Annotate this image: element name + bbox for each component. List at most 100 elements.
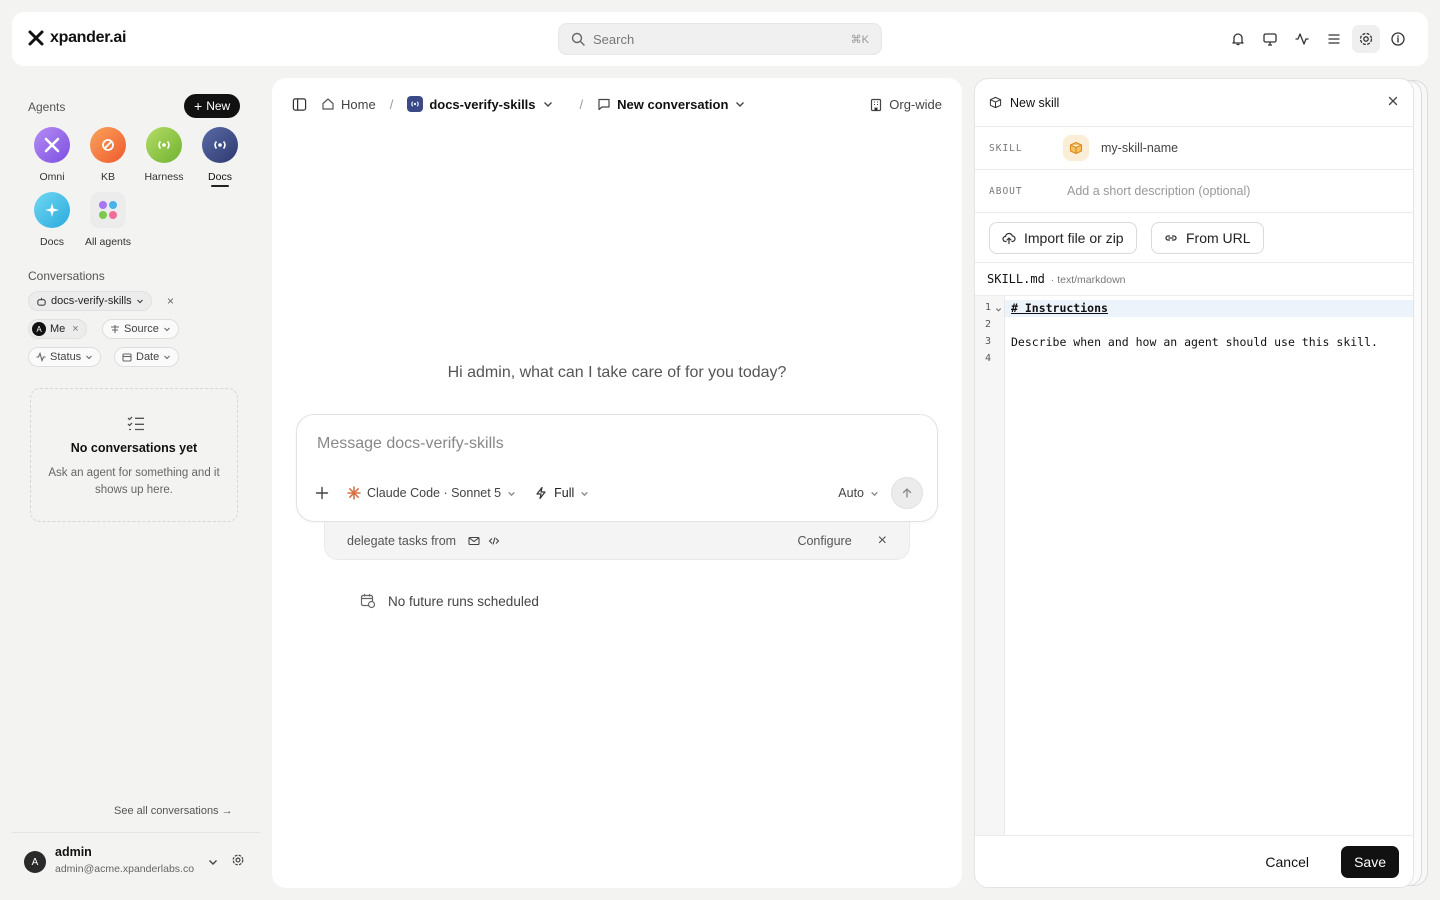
info-icon <box>1391 32 1405 46</box>
broadcast-icon <box>407 96 424 112</box>
activity-button[interactable] <box>1288 25 1316 53</box>
agent-all-agents[interactable]: All agents <box>80 192 136 248</box>
agent-omni[interactable]: Omni <box>24 127 80 183</box>
plus-icon: + <box>194 98 203 114</box>
agent-docs[interactable]: Docs <box>24 192 80 248</box>
skill-name-input[interactable]: my-skill-name <box>1101 141 1178 155</box>
agent-label: Docs <box>40 236 64 248</box>
save-button[interactable]: Save <box>1341 846 1399 878</box>
cancel-button[interactable]: Cancel <box>1265 854 1309 870</box>
breadcrumb-agent[interactable]: docs-verify-skills <box>407 96 553 112</box>
configure-button[interactable]: Configure <box>797 534 851 548</box>
breadcrumb-separator: / <box>389 96 394 112</box>
broadcast-icon <box>146 127 182 163</box>
activity-icon <box>1295 33 1309 45</box>
new-agent-button[interactable]: + New <box>184 94 241 118</box>
code-line: Describe when and how an agent should us… <box>1011 335 1378 349</box>
close-icon[interactable]: × <box>878 532 887 550</box>
package-icon[interactable] <box>1063 135 1089 161</box>
active-indicator <box>211 185 229 187</box>
chevron-down-icon[interactable] <box>207 856 219 868</box>
breadcrumb-conversation-label: New conversation <box>617 96 729 112</box>
import-file-button[interactable]: Import file or zip <box>989 222 1137 254</box>
new-agent-label: New <box>206 99 231 113</box>
auto-selector[interactable]: Auto <box>838 486 879 500</box>
skill-panel-footer: Cancel Save <box>975 835 1413 887</box>
empty-title: No conversations yet <box>70 441 198 455</box>
conversations-heading: Conversations <box>28 269 105 283</box>
brand-logo[interactable]: xpander.ai <box>28 29 126 47</box>
info-button[interactable] <box>1384 25 1412 53</box>
skill-panel-header: New skill <box>975 79 1413 127</box>
agent-harness[interactable]: Harness <box>136 127 192 183</box>
agent-filter-chip[interactable]: docs-verify-skills <box>28 291 152 311</box>
source-filter-chip[interactable]: Source <box>102 319 179 339</box>
me-filter-chip[interactable]: A Me × <box>28 319 87 339</box>
scope-label: Org-wide <box>889 97 942 112</box>
search-shortcut: ⌘K <box>850 33 869 46</box>
notifications-button[interactable] <box>1224 25 1252 53</box>
model-selector[interactable]: Claude Code · Sonnet 5 <box>347 486 516 500</box>
model-label: Claude Code · Sonnet 5 <box>367 486 502 500</box>
breadcrumb-separator: / <box>579 96 584 112</box>
close-icon[interactable] <box>1387 95 1399 107</box>
skill-about-row: ABOUT Add a short description (optional) <box>975 170 1413 213</box>
menu-icon <box>1328 34 1340 44</box>
agent-docs-active[interactable]: Docs <box>192 127 248 187</box>
from-url-button[interactable]: From URL <box>1151 222 1264 254</box>
display-button[interactable] <box>1256 25 1284 53</box>
chevron-down-icon <box>136 299 143 304</box>
settings-button[interactable] <box>1352 25 1380 53</box>
activity-icon <box>36 352 46 362</box>
omni-icon <box>34 127 70 163</box>
breadcrumb-home-label: Home <box>341 96 376 112</box>
status-filter-label: Status <box>50 351 82 363</box>
me-filter-label: Me <box>50 323 66 335</box>
message-input[interactable]: Message docs-verify-skills <box>317 435 504 453</box>
xpander-logo-icon <box>28 30 44 46</box>
breadcrumb-home[interactable]: Home <box>321 97 376 112</box>
delegate-text: delegate tasks from <box>347 533 457 548</box>
user-email: admin@acme.xpanderlabs.co <box>55 863 195 875</box>
scope-selector[interactable]: Org-wide <box>869 97 942 112</box>
plus-icon[interactable] <box>313 484 331 502</box>
breadcrumb-conversation[interactable]: New conversation <box>597 97 746 112</box>
mail-icon[interactable] <box>468 535 480 547</box>
file-header: SKILL.md · text/markdown <box>987 272 1126 286</box>
fold-chevron-icon[interactable] <box>995 306 1002 313</box>
about-label: ABOUT <box>989 185 1023 197</box>
agent-label: Omni <box>39 171 65 183</box>
chat-icon <box>598 98 610 111</box>
editor-gutter <box>975 296 1005 836</box>
agent-kb[interactable]: KB <box>80 127 136 183</box>
about-input[interactable]: Add a short description (optional) <box>1067 184 1250 198</box>
see-all-conversations-link[interactable]: See all conversations → <box>114 805 233 817</box>
code-icon[interactable] <box>488 535 500 547</box>
date-filter-chip[interactable]: Date <box>114 347 180 367</box>
mode-selector[interactable]: Full <box>534 486 589 500</box>
avatar[interactable]: A <box>24 851 46 873</box>
message-composer[interactable]: Message docs-verify-skills Claude Code ·… <box>296 414 938 522</box>
agent-label: All agents <box>84 236 132 248</box>
building-icon <box>871 98 882 111</box>
sidebar-toggle-icon[interactable] <box>292 97 307 112</box>
sparkle-icon <box>34 192 70 228</box>
status-filter-chip[interactable]: Status <box>28 347 102 367</box>
broadcast-icon <box>202 127 238 163</box>
clear-me-filter-icon[interactable]: × <box>72 323 78 335</box>
cloud-upload-icon <box>1002 232 1016 245</box>
top-actions <box>1224 25 1412 53</box>
global-search[interactable]: Search ⌘K <box>558 23 882 55</box>
breadcrumb: Home / docs-verify-skills / New conversa… <box>292 96 746 112</box>
line-number: 3 <box>985 336 992 347</box>
kb-icon <box>90 127 126 163</box>
agent-label: Harness <box>144 171 184 183</box>
gear-icon[interactable] <box>231 853 245 867</box>
me-avatar: A <box>32 322 46 336</box>
code-editor[interactable]: 1 2 3 4 # Instructions Describe when and… <box>975 295 1413 836</box>
menu-button[interactable] <box>1320 25 1348 53</box>
package-icon <box>989 96 1002 109</box>
send-button[interactable] <box>891 477 923 509</box>
schedule-status: No future runs scheduled <box>360 593 539 609</box>
clear-agent-filter-icon[interactable]: × <box>167 294 174 308</box>
